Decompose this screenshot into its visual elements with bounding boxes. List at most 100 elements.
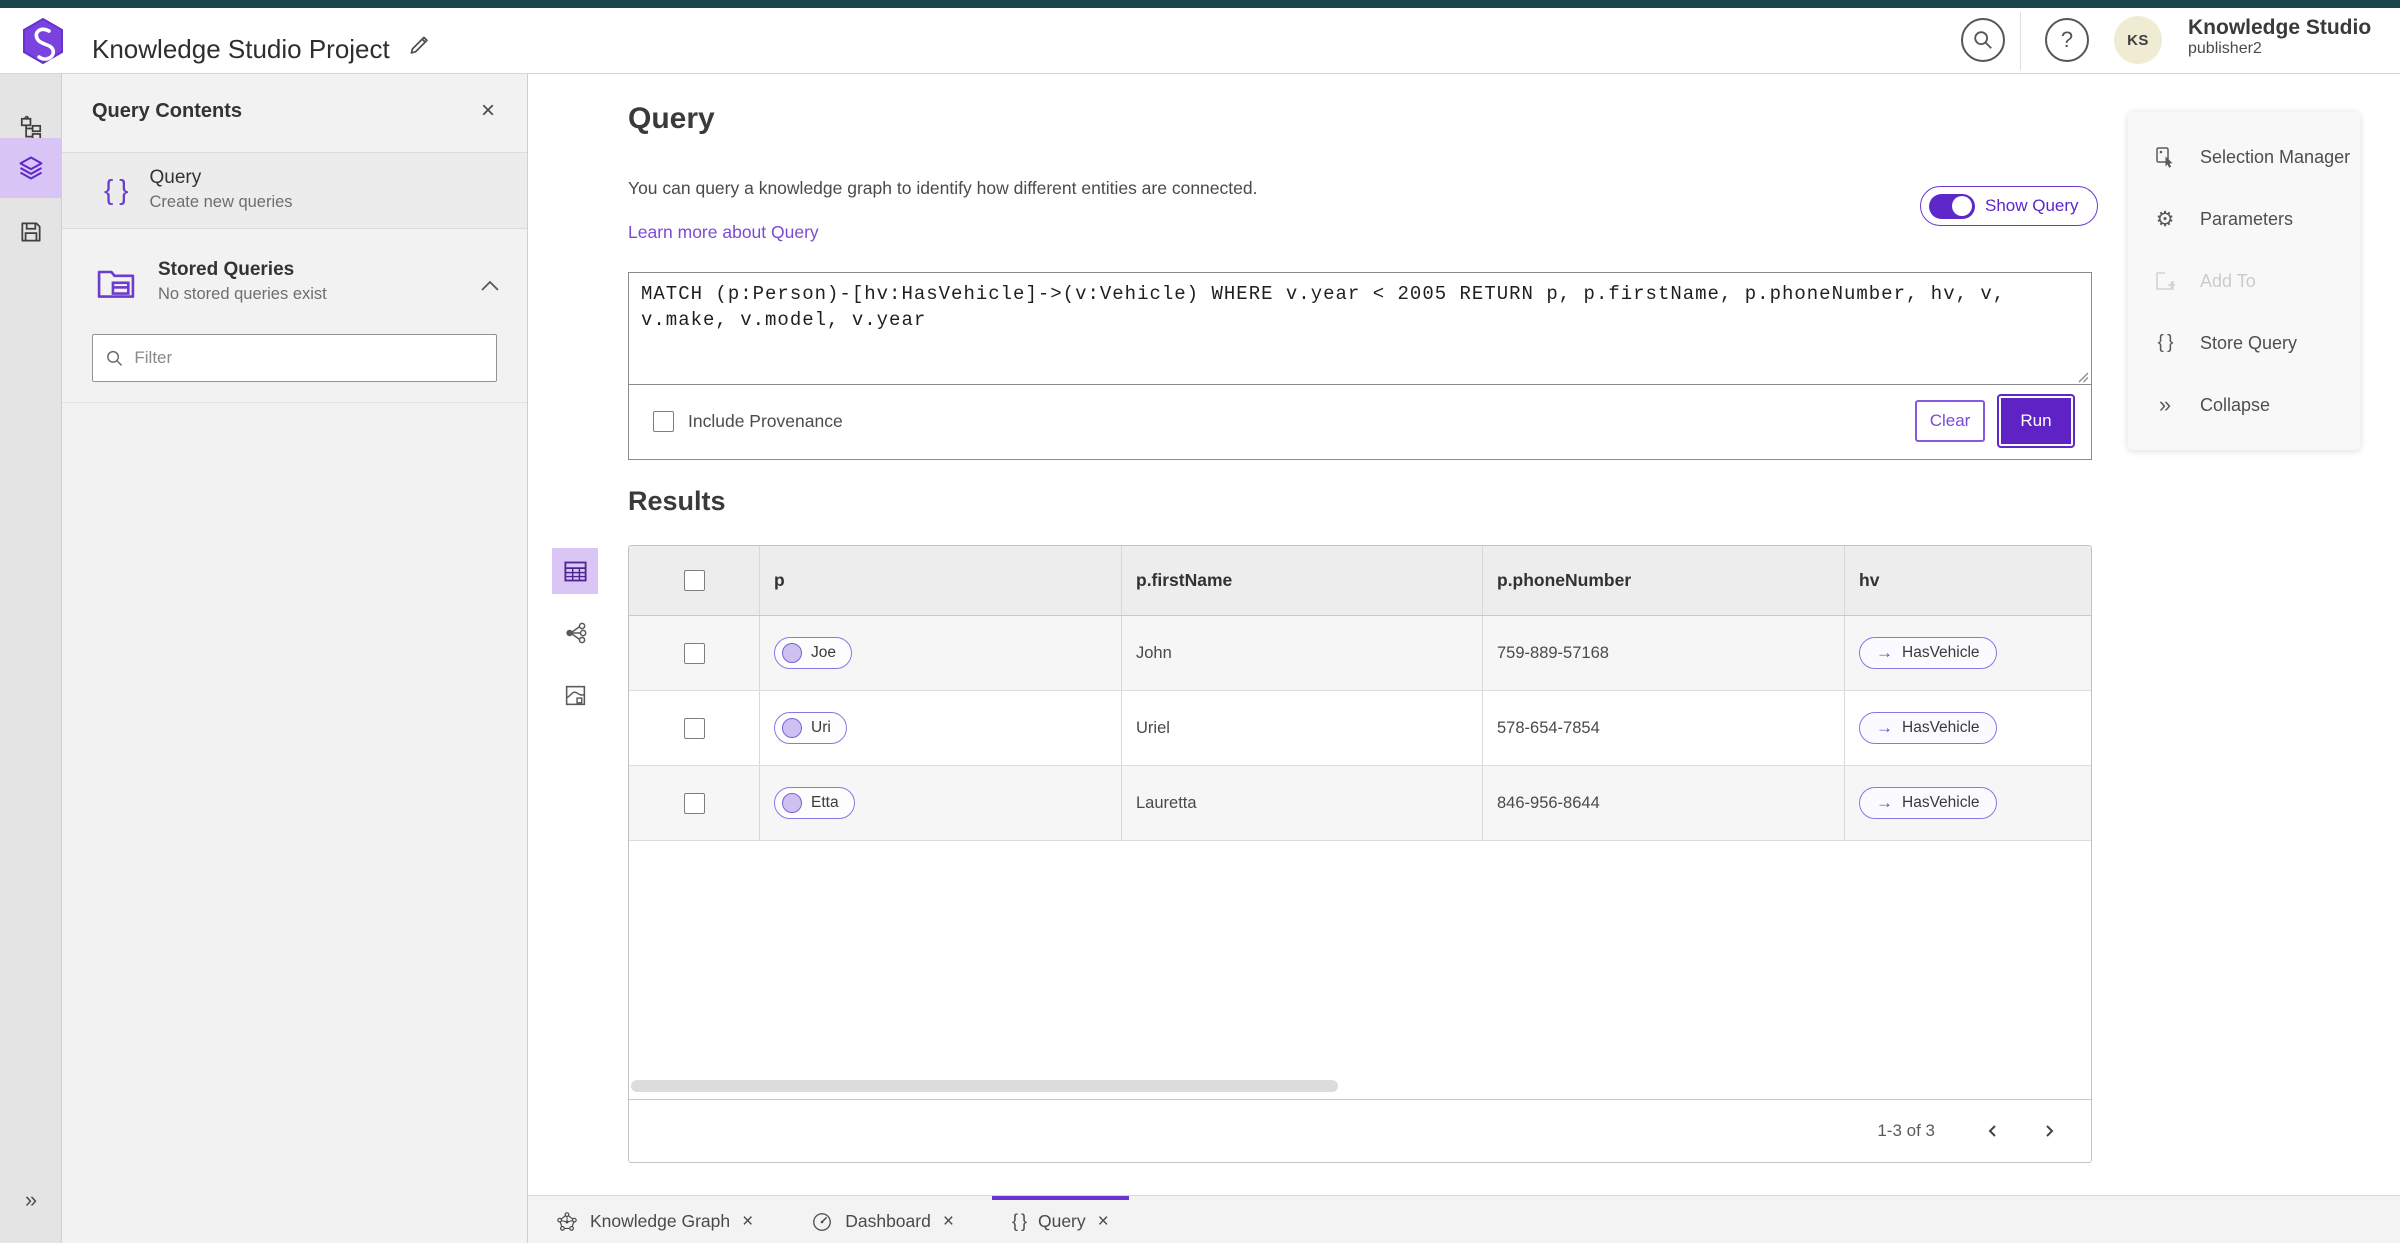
- collapse-panel-button[interactable]: » Collapse: [2128, 374, 2360, 436]
- braces-icon: { }: [2157, 332, 2174, 353]
- main-content: Query You can query a knowledge graph to…: [528, 74, 2400, 1195]
- query-item-title: Query: [149, 167, 202, 188]
- query-text-input[interactable]: MATCH (p:Person)-[hv:HasVehicle]->(v:Veh…: [629, 273, 2091, 385]
- entity-pill[interactable]: Joe: [774, 637, 852, 669]
- entity-icon: [782, 718, 802, 738]
- learn-more-link[interactable]: Learn more about Query: [628, 222, 819, 243]
- query-contents-header: Query Contents ×: [62, 74, 527, 152]
- relationship-arrow-icon: →: [1876, 718, 1893, 737]
- link-chart-icon: [566, 622, 587, 644]
- rail-expand-button[interactable]: »: [0, 1187, 62, 1213]
- previous-page-button[interactable]: [1977, 1115, 2009, 1147]
- stored-queries-title: Stored Queries: [158, 259, 295, 280]
- add-to-button: Add To: [2128, 250, 2360, 312]
- knowledge-studio-app: Knowledge Studio Project ? KS Knowledge …: [0, 0, 2400, 1243]
- edit-title-button[interactable]: [402, 28, 436, 62]
- rail-layers-button[interactable]: [0, 138, 62, 198]
- clear-button[interactable]: Clear: [1915, 400, 1985, 442]
- account-role: publisher2: [2188, 40, 2262, 58]
- cell-phonenumber: 578-654-7854: [1483, 691, 1845, 765]
- chevron-right-icon: [2046, 1125, 2054, 1137]
- store-query-button[interactable]: { } Store Query: [2128, 312, 2360, 374]
- tab-knowledge-graph[interactable]: Knowledge Graph ×: [536, 1196, 773, 1243]
- close-panel-button[interactable]: ×: [471, 94, 505, 128]
- run-button[interactable]: Run: [1997, 394, 2075, 448]
- tab-dashboard[interactable]: Dashboard ×: [791, 1196, 974, 1243]
- action-label: Add To: [2200, 270, 2256, 291]
- table-row[interactable]: Joe John 759-889-57168 → HasVehicle: [629, 616, 2091, 691]
- horizontal-scrollbar-thumb[interactable]: [631, 1080, 1338, 1092]
- relationship-pill[interactable]: → HasVehicle: [1859, 712, 1997, 744]
- stored-queries-subtitle: No stored queries exist: [158, 285, 327, 303]
- stored-queries-folder-icon: [97, 270, 135, 298]
- filter-input[interactable]: [134, 348, 484, 368]
- selection-manager-button[interactable]: Selection Manager: [2128, 126, 2360, 188]
- results-title: Results: [628, 486, 726, 516]
- row-checkbox[interactable]: [683, 642, 705, 664]
- account-info: Knowledge Studio publisher2: [2188, 16, 2371, 59]
- query-actions-panel: Selection Manager ⚙ Parameters Add To { …: [2128, 112, 2360, 450]
- tab-label: Dashboard: [845, 1211, 931, 1231]
- search-icon: [1974, 31, 1992, 49]
- pagination-range: 1-3 of 3: [1877, 1121, 1935, 1140]
- action-label: Parameters: [2200, 208, 2294, 229]
- column-header-hv[interactable]: hv: [1845, 546, 2091, 615]
- query-editor-container: MATCH (p:Person)-[hv:HasVehicle]->(v:Veh…: [628, 272, 2092, 460]
- table-row[interactable]: Uri Uriel 578-654-7854 → HasVehicle: [629, 691, 2091, 766]
- chevron-left-icon: [1988, 1125, 1996, 1137]
- results-view-toolbar: [552, 548, 598, 734]
- query-contents-item-stored[interactable]: Stored Queries No stored queries exist: [62, 245, 527, 320]
- action-label: Selection Manager: [2200, 146, 2351, 167]
- show-query-toggle[interactable]: Show Query: [1920, 186, 2098, 226]
- next-page-button[interactable]: [2033, 1115, 2065, 1147]
- save-icon: [21, 222, 41, 242]
- row-checkbox[interactable]: [683, 717, 705, 739]
- user-avatar[interactable]: KS: [2114, 16, 2162, 64]
- show-query-label: Show Query: [1985, 196, 2079, 215]
- help-button[interactable]: ?: [2045, 18, 2089, 62]
- header-divider: [2020, 12, 2021, 70]
- app-header: Knowledge Studio Project ? KS Knowledge …: [0, 8, 2400, 74]
- table-view-button[interactable]: [552, 548, 598, 594]
- map-view-button[interactable]: [552, 672, 598, 718]
- query-contents-panel: Query Contents × { } Query Create new qu…: [62, 74, 528, 1243]
- column-header-phonenumber[interactable]: p.phoneNumber: [1483, 546, 1845, 615]
- pencil-icon: [410, 36, 428, 54]
- entity-pill[interactable]: Etta: [774, 787, 855, 819]
- account-name: Knowledge Studio: [2188, 16, 2372, 39]
- relationship-pill[interactable]: → HasVehicle: [1859, 787, 1997, 819]
- query-editor-footer: Include Provenance Clear Run: [629, 385, 2091, 457]
- bottom-tab-bar: Knowledge Graph × Dashboard × { } Query …: [528, 1195, 2400, 1243]
- table-icon: [563, 561, 587, 581]
- results-table: p p.firstName p.phoneNumber hv Joe John …: [628, 545, 2092, 1163]
- rail-save-button[interactable]: [0, 202, 62, 262]
- relationship-pill[interactable]: → HasVehicle: [1859, 637, 1997, 669]
- column-header-firstname[interactable]: p.firstName: [1122, 546, 1483, 615]
- row-checkbox[interactable]: [683, 792, 705, 814]
- query-contents-item-query[interactable]: { } Query Create new queries: [62, 153, 527, 228]
- knowledge-graph-icon: [557, 1211, 577, 1231]
- include-provenance-checkbox[interactable]: [653, 410, 674, 432]
- top-accent-strip: [0, 0, 2400, 8]
- resize-grip-icon[interactable]: [2077, 371, 2089, 383]
- select-all-checkbox[interactable]: [683, 570, 705, 591]
- table-row[interactable]: Etta Lauretta 846-956-8644 → HasVehicle: [629, 766, 2091, 841]
- parameters-button[interactable]: ⚙ Parameters: [2128, 188, 2360, 250]
- tab-query[interactable]: { } Query ×: [991, 1196, 1129, 1243]
- filter-search-icon: [107, 350, 123, 366]
- entity-pill[interactable]: Uri: [774, 712, 847, 744]
- link-chart-view-button[interactable]: [552, 610, 598, 656]
- tab-label: Query: [1037, 1211, 1086, 1231]
- close-tab-icon[interactable]: ×: [742, 1211, 753, 1233]
- column-header-p[interactable]: p: [760, 546, 1122, 615]
- close-tab-icon[interactable]: ×: [1098, 1211, 1109, 1233]
- divider: [62, 402, 527, 403]
- table-header-row: p p.firstName p.phoneNumber hv: [629, 546, 2091, 616]
- toggle-switch-on[interactable]: [1929, 193, 1975, 219]
- query-item-subtitle: Create new queries: [149, 193, 293, 211]
- search-button[interactable]: [1961, 18, 2005, 62]
- layers-icon: [19, 156, 43, 180]
- close-tab-icon[interactable]: ×: [943, 1211, 954, 1233]
- chevron-up-icon[interactable]: [479, 279, 501, 293]
- relationship-arrow-icon: →: [1876, 793, 1893, 812]
